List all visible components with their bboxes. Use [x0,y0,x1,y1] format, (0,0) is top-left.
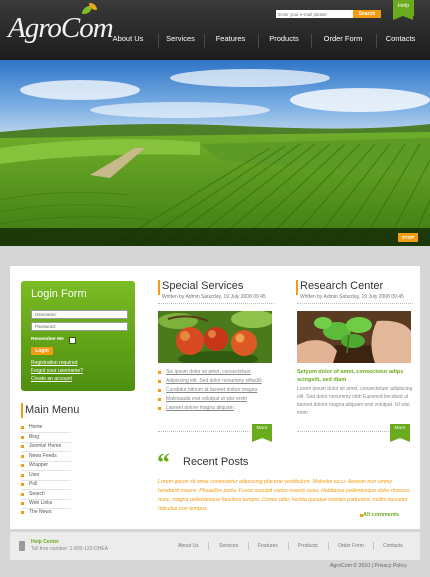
nav-item-about-us[interactable]: About Us [100,28,156,50]
stop-slideshow-button[interactable]: STOP [398,233,418,242]
bullet-icon [21,493,24,496]
nav-item-products[interactable]: Products [259,28,309,50]
search-input[interactable] [276,10,355,18]
login-button[interactable]: Login [31,347,53,355]
research-text: Lorem ipsum dolor sit amet, consectetuer… [297,386,413,416]
menu-item-label: Blog [29,434,40,440]
registration-link[interactable]: Registration required [31,360,77,366]
footer-divider [373,542,374,550]
list-item-label: Adipiscing elit. Sed dolor nonummy sifta… [166,378,262,384]
menu-item-label: Poll [29,481,38,487]
farmland-illustration [0,60,430,246]
bullet-icon [21,445,24,448]
menu-item-label: Home [29,424,43,430]
main-menu-title: Main Menu [25,404,80,416]
bullet-icon [158,379,161,383]
nav-item-features[interactable]: Features [205,28,256,50]
logo[interactable]: AgroCom [8,12,114,45]
bullet-icon [21,483,24,486]
menu-item-label: News Feeds [29,453,57,459]
footer-link-services[interactable]: Services [219,543,238,549]
apples-illustration [158,311,272,363]
help-center-title: Help Center [31,539,60,545]
search-button[interactable]: Search [353,10,381,18]
bullet-icon [21,502,24,505]
special-services-more-button[interactable]: More [252,424,272,442]
forgot-username-link[interactable]: Forgot your username? [31,368,83,374]
create-account-link[interactable]: Create an account [31,376,72,382]
menu-divider [21,432,71,433]
phone-icon [19,541,25,551]
divider [297,303,413,304]
seedling-illustration [297,311,411,363]
footer-link-order-form[interactable]: Order Form [338,543,364,549]
divider [297,431,389,432]
bullet-icon [21,474,24,477]
quote-icon: “ [157,448,170,477]
section-marker [21,403,23,418]
remember-label: Remember Me [31,337,64,342]
bullet-icon [158,388,161,392]
list-item-label: Laoreet dolore magna aliquam [166,405,234,411]
footer-divider [328,542,329,550]
divider [158,303,274,304]
bullet-icon [21,436,24,439]
menu-item-label: The News [29,509,52,515]
login-title: Login Form [31,288,87,300]
menu-divider [21,470,71,471]
footer-link-contacts[interactable]: Contacts [383,543,403,549]
section-marker [296,280,298,295]
list-item-label: Sie ipsum dolor sit amet, consectetuer [166,369,251,375]
footer-link-about-us[interactable]: About Us [178,543,199,549]
bullet-icon [21,464,24,467]
menu-divider [21,451,71,452]
password-field[interactable]: Password: [31,322,128,331]
nav-item-contacts[interactable]: Contacts [377,28,424,50]
divider [158,431,250,432]
main-navigation: About Us Services Features Products Orde… [100,28,430,50]
bullet-icon [158,370,161,374]
help-tab[interactable]: Help [393,0,414,20]
nav-item-order-form[interactable]: Order Form [312,28,374,50]
menu-item-label: Wrapper [29,462,49,468]
list-item-label: Curabitur bitrium at laoreet dolore magn… [166,387,258,393]
footer-divider [288,542,289,550]
hero-caption-bar [0,228,430,246]
username-field[interactable]: Username: [31,310,128,319]
apples-photo [158,311,272,363]
footer-link-features[interactable]: Features [258,543,278,549]
recent-posts-title: Recent Posts [183,456,249,468]
footer-divider [248,542,249,550]
toll-free-number: Toll free number: 1-800-123-DHEA [31,546,108,552]
research-highlight: Setyum dolor of amet, consectetur adips … [297,369,404,383]
recent-posts-text: Lorem ipsum sit amet consectetur adipisc… [158,479,410,512]
bullet-icon [21,455,24,458]
section-marker [158,280,160,295]
menu-item-label: Search [29,491,45,497]
hero-image [0,60,430,246]
all-comments-link[interactable]: All comments [363,512,399,518]
footer-link-products[interactable]: Products [298,543,318,549]
copyright: AgroCom © 2010 | Privacy Policy [330,563,407,569]
bullet-icon [21,426,24,429]
bullet-icon [21,511,24,514]
research-center-title: Research Center [300,280,384,292]
bullet-icon [158,397,161,401]
menu-divider [21,489,71,490]
nav-item-services[interactable]: Services [159,28,202,50]
menu-item-label: Joomla! Home [29,443,62,449]
footer-divider [208,542,209,550]
remember-checkbox[interactable] [69,337,76,344]
research-center-more-button[interactable]: More [390,424,410,442]
seedling-photo [297,311,411,363]
research-center-byline: Written by Admin Saturday, 19 July 2008 … [300,294,404,300]
menu-item-label: User [29,472,40,478]
special-services-byline: Written by Admin Saturday, 19 July 2008 … [162,294,266,300]
special-services-title: Special Services [162,280,244,292]
bullet-icon [158,406,161,410]
menu-item-label: Web Links [29,500,53,506]
list-item-label: Malesuada erat volutpat ut wisi enim [166,396,247,402]
